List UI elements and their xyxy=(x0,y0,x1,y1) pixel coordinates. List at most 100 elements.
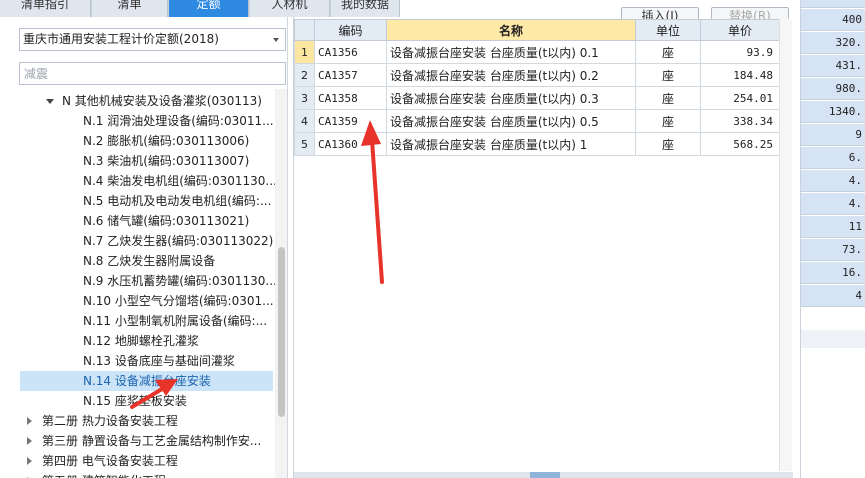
tree-node[interactable]: N.9 水压机蓄势罐(编码:0301130... xyxy=(0,271,275,291)
price-cell[interactable]: 400 xyxy=(801,9,865,31)
collapse-arrow-icon[interactable] xyxy=(27,457,32,465)
cell-name[interactable]: 设备减振台座安装 台座质量(t以内) 0.3 xyxy=(386,86,636,110)
quota-table-panel: 插入(I) 替换(R) 编码 名称 单位 单价 1 CA1356 设备减振台座安装 … xyxy=(293,7,793,478)
column-header-price[interactable]: 单价 xyxy=(700,19,780,41)
tree-node[interactable]: N.3 柴油机(编码:030113007) xyxy=(0,151,275,171)
quota-tree-panel: 重庆市通用安装工程计价定额(2018) N 其他机械安装及设备灌浆(030113… xyxy=(0,17,288,478)
tree-node-label: N.14 设备减振台座安装 xyxy=(83,374,211,388)
tab-quota[interactable]: 定额 xyxy=(169,0,249,17)
collapse-arrow-icon[interactable] xyxy=(27,417,32,425)
price-cell[interactable]: 9 xyxy=(801,124,865,146)
splitter-grip[interactable] xyxy=(530,472,560,478)
cell-code[interactable]: CA1360 xyxy=(314,132,387,156)
row-number-header xyxy=(294,19,315,41)
quota-library-select[interactable]: 重庆市通用安装工程计价定额(2018) xyxy=(19,28,286,51)
cell-code[interactable]: CA1357 xyxy=(314,63,387,87)
cell-price[interactable]: 254.01 xyxy=(700,86,780,110)
row-number[interactable]: 5 xyxy=(294,132,315,156)
table-row[interactable]: 1 CA1356 设备减振台座安装 台座质量(t以内) 0.1 座 93.9 xyxy=(294,40,780,64)
tree-node-label: N.4 柴油发电机组(编码:0301130... xyxy=(83,174,275,188)
search-input[interactable] xyxy=(19,62,286,85)
tree-scrollbar-thumb[interactable] xyxy=(278,247,285,417)
tab-labor-material-machine[interactable]: 人材机 xyxy=(250,0,330,17)
panel-splitter[interactable] xyxy=(294,472,793,478)
price-cell[interactable]: 73. xyxy=(801,239,865,261)
column-header-code[interactable]: 编码 xyxy=(314,19,387,41)
column-header-unit[interactable]: 单位 xyxy=(635,19,701,41)
tree-node[interactable]: N.4 柴油发电机组(编码:0301130... xyxy=(0,171,275,191)
tree-scrollbar[interactable] xyxy=(275,89,287,478)
row-number[interactable]: 1 xyxy=(294,40,315,64)
price-cell[interactable]: 4. xyxy=(801,170,865,192)
tab-list-guide[interactable]: 清单指引 xyxy=(0,0,91,17)
tree-node[interactable]: N.14 设备减振台座安装 xyxy=(20,371,273,391)
tree-node[interactable]: N 其他机械安装及设备灌浆(030113) xyxy=(0,91,275,111)
price-cell[interactable]: 431. xyxy=(801,55,865,77)
price-cell[interactable]: 980. xyxy=(801,78,865,100)
cell-code[interactable]: CA1359 xyxy=(314,109,387,133)
price-cell[interactable]: 1340. xyxy=(801,101,865,123)
row-number[interactable]: 2 xyxy=(294,63,315,87)
cell-price[interactable]: 93.9 xyxy=(700,40,780,64)
table-row[interactable]: 5 CA1360 设备减振台座安装 台座质量(t以内) 1 座 568.25 xyxy=(294,132,780,156)
table-row[interactable]: 2 CA1357 设备减振台座安装 台座质量(t以内) 0.2 座 184.48 xyxy=(294,63,780,87)
cell-name[interactable]: 设备减振台座安装 台座质量(t以内) 0.5 xyxy=(386,109,636,133)
tree-node-label: N.13 设备底座与基础间灌浆 xyxy=(83,354,235,368)
row-number[interactable]: 4 xyxy=(294,109,315,133)
table-row[interactable]: 3 CA1358 设备减振台座安装 台座质量(t以内) 0.3 座 254.01 xyxy=(294,86,780,110)
cell-name[interactable]: 设备减振台座安装 台座质量(t以内) 1 xyxy=(386,132,636,156)
collapse-arrow-icon[interactable] xyxy=(27,437,32,445)
tree-node[interactable]: N.7 乙炔发生器(编码:030113022) xyxy=(0,231,275,251)
row-number[interactable]: 3 xyxy=(294,86,315,110)
tree-node[interactable]: 第五册 建筑智能化工程 xyxy=(0,471,275,478)
price-cell[interactable]: 4 xyxy=(801,285,865,307)
tree-node[interactable]: N.1 润滑油处理设备(编码:03011... xyxy=(0,111,275,131)
cell-unit[interactable]: 座 xyxy=(635,63,701,87)
tab-bar: 清单指引 清单 定额 人材机 我的数据 xyxy=(0,0,400,17)
expand-arrow-icon[interactable] xyxy=(46,99,54,104)
cell-name[interactable]: 设备减振台座安装 台座质量(t以内) 0.2 xyxy=(386,63,636,87)
tree-node-label: N.15 座浆垫板安装 xyxy=(83,394,187,408)
tree-node[interactable]: N.12 地脚螺栓孔灌浆 xyxy=(0,331,275,351)
tree-node-label: N 其他机械安装及设备灌浆(030113) xyxy=(62,94,262,108)
price-cell[interactable]: 320. xyxy=(801,32,865,54)
tab-my-data[interactable]: 我的数据 xyxy=(331,0,400,17)
cell-name[interactable]: 设备减振台座安装 台座质量(t以内) 0.1 xyxy=(386,40,636,64)
price-cell[interactable]: 16. xyxy=(801,262,865,284)
cell-price[interactable]: 568.25 xyxy=(700,132,780,156)
tree-node[interactable]: 第三册 静置设备与工艺金属结构制作安... xyxy=(0,431,275,451)
tree-node[interactable]: 第二册 热力设备安装工程 xyxy=(0,411,275,431)
price-cell[interactable]: 4. xyxy=(801,193,865,215)
table-scrollbar[interactable] xyxy=(779,19,792,471)
column-header-name[interactable]: 名称 xyxy=(386,19,636,41)
cell-code[interactable]: CA1356 xyxy=(314,40,387,64)
tree-node[interactable]: N.8 乙炔发生器附属设备 xyxy=(0,251,275,271)
tree-node-label: N.11 小型制氧机附属设备(编码:... xyxy=(83,314,268,328)
tab-list[interactable]: 清单 xyxy=(92,0,168,17)
cell-price[interactable]: 184.48 xyxy=(700,63,780,87)
cell-unit[interactable]: 座 xyxy=(635,109,701,133)
cell-unit[interactable]: 座 xyxy=(635,86,701,110)
tree-node-label: N.6 储气罐(编码:030113021) xyxy=(83,214,250,228)
cell-price[interactable]: 338.34 xyxy=(700,109,780,133)
tree-node[interactable]: N.10 小型空气分馏塔(编码:0301... xyxy=(0,291,275,311)
tree-node[interactable]: N.5 电动机及电动发电机组(编码:... xyxy=(0,191,275,211)
tree-node[interactable]: N.13 设备底座与基础间灌浆 xyxy=(0,351,275,371)
tree-node[interactable]: N.11 小型制氧机附属设备(编码:... xyxy=(0,311,275,331)
cell-unit[interactable]: 座 xyxy=(635,40,701,64)
price-cell[interactable]: 6. xyxy=(801,147,865,169)
tree-node-label: 第二册 热力设备安装工程 xyxy=(42,414,178,428)
tree-node[interactable]: N.6 储气罐(编码:030113021) xyxy=(0,211,275,231)
table-row[interactable]: 4 CA1359 设备减振台座安装 台座质量(t以内) 0.5 座 338.34 xyxy=(294,109,780,133)
chevron-down-icon[interactable] xyxy=(273,38,279,42)
tree-node[interactable]: N.2 膨胀机(编码:030113006) xyxy=(0,131,275,151)
table-header-row: 编码 名称 单位 单价 xyxy=(294,19,780,41)
price-cell[interactable]: 11 xyxy=(801,216,865,238)
partial-price-column: 451400320.431.980.1340.96.4.4.1173.16.4 xyxy=(800,0,865,478)
price-cell[interactable]: 451 xyxy=(801,0,865,8)
cell-unit[interactable]: 座 xyxy=(635,132,701,156)
tree-node[interactable]: 第四册 电气设备安装工程 xyxy=(0,451,275,471)
quota-library-value: 重庆市通用安装工程计价定额(2018) xyxy=(23,32,219,46)
cell-code[interactable]: CA1358 xyxy=(314,86,387,110)
tree-node[interactable]: N.15 座浆垫板安装 xyxy=(0,391,275,411)
